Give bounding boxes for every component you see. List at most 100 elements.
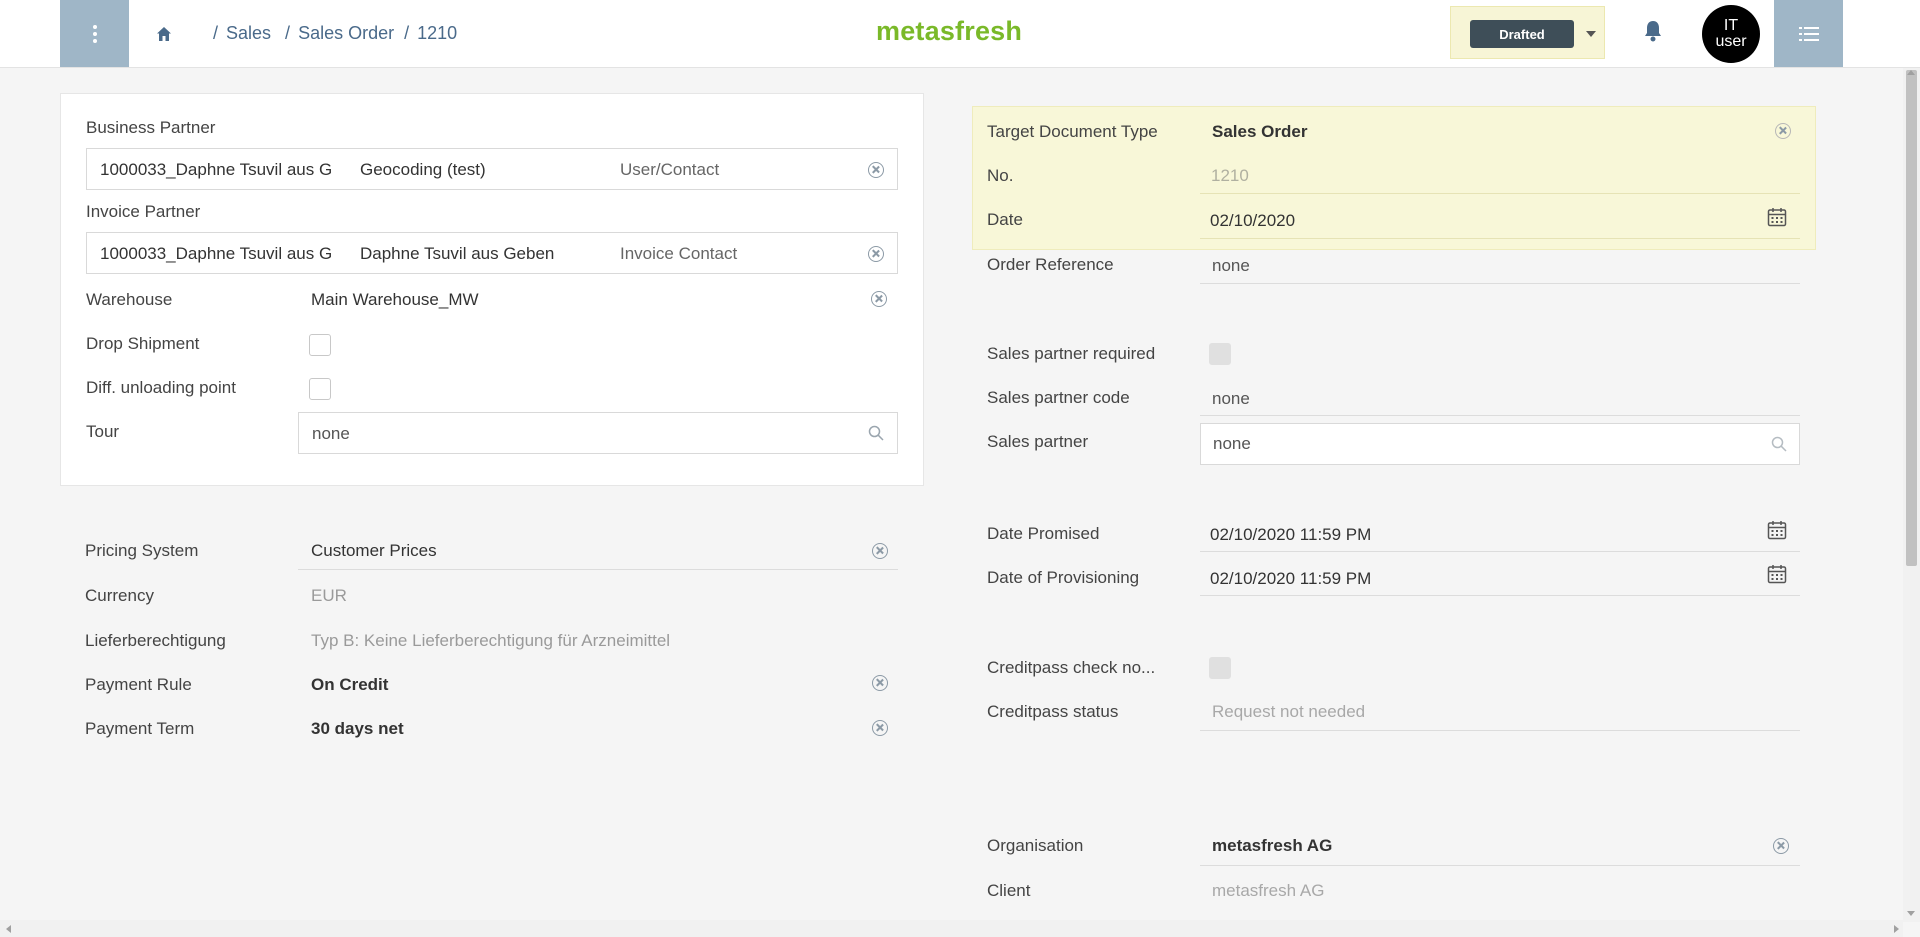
breadcrumb-separator: / [404, 23, 410, 43]
warehouse-label: Warehouse [86, 290, 173, 309]
breadcrumb-document-no: 1210 [417, 23, 458, 43]
doc-no-label: No. [987, 166, 1014, 185]
date-provisioning-label: Date of Provisioning [987, 568, 1140, 587]
search-icon[interactable] [868, 425, 884, 441]
payment-rule-label: Payment Rule [85, 675, 192, 694]
pricing-system-label: Pricing System [85, 541, 199, 560]
clear-icon[interactable] [872, 543, 888, 559]
client-value: metasfresh AG [1212, 881, 1325, 900]
tour-value[interactable]: none [312, 424, 350, 444]
sales-partner-label: Sales partner [987, 432, 1089, 451]
avatar-line-2: user [1715, 33, 1747, 50]
sales-partner-field[interactable] [1200, 423, 1800, 465]
business-partner-value[interactable]: 1000033_Daphne Tsuvil aus G [100, 160, 332, 180]
calendar-icon[interactable] [1767, 207, 1787, 227]
chevron-down-icon[interactable] [1586, 31, 1596, 37]
currency-label: Currency [85, 586, 154, 605]
organisation-value[interactable]: metasfresh AG [1212, 836, 1332, 856]
breadcrumb-sales[interactable]: Sales [226, 23, 271, 44]
invoice-partner-contact[interactable]: Invoice Contact [620, 244, 737, 264]
doc-no-value: 1210 [1211, 166, 1249, 185]
scroll-down-icon[interactable] [1907, 911, 1915, 916]
drop-shipment-label: Drop Shipment [86, 334, 200, 353]
organisation-underline [1200, 865, 1800, 866]
diff-unloading-checkbox[interactable] [309, 378, 331, 400]
doc-no-underline [1200, 193, 1800, 194]
clear-icon[interactable] [868, 246, 884, 262]
payment-term-value[interactable]: 30 days net [311, 719, 404, 739]
bell-icon[interactable] [1642, 18, 1664, 44]
breadcrumb-separator: / [213, 23, 219, 43]
target-doc-type-value[interactable]: Sales Order [1212, 122, 1307, 142]
order-reference-underline [1200, 283, 1800, 284]
clear-icon[interactable] [868, 162, 884, 178]
target-doc-type-label: Target Document Type [987, 122, 1158, 141]
clear-icon[interactable] [872, 675, 888, 691]
order-reference-value[interactable]: none [1212, 256, 1250, 276]
invoice-partner-value[interactable]: 1000033_Daphne Tsuvil aus G [100, 244, 332, 264]
pricing-system-value[interactable]: Customer Prices [311, 541, 437, 561]
scroll-up-icon[interactable] [1907, 70, 1915, 75]
currency-value: EUR [311, 586, 347, 605]
creditpass-check-label: Creditpass check no... [987, 658, 1156, 677]
list-icon [1798, 26, 1819, 41]
vertical-dots-icon [92, 24, 97, 43]
date-promised-value[interactable]: 02/10/2020 11:59 PM [1210, 525, 1371, 545]
sales-partner-code-underline [1200, 415, 1800, 416]
organisation-label: Organisation [987, 836, 1084, 855]
pricing-system-underline [298, 569, 898, 570]
date-promised-label: Date Promised [987, 524, 1100, 543]
tour-field[interactable] [298, 412, 898, 454]
scroll-right-icon[interactable] [1894, 925, 1899, 933]
calendar-icon[interactable] [1767, 564, 1787, 584]
status-badge[interactable]: Drafted [1470, 20, 1574, 48]
horizontal-scrollbar[interactable] [0, 920, 1903, 937]
breadcrumb-separator: / [285, 23, 291, 43]
creditpass-status-underline [1200, 730, 1800, 731]
diff-unloading-label: Diff. unloading point [86, 378, 236, 397]
search-icon[interactable] [1771, 436, 1787, 452]
order-reference-label: Order Reference [987, 255, 1114, 274]
date-promised-underline [1200, 551, 1800, 552]
calendar-icon[interactable] [1767, 520, 1787, 540]
client-label: Client [987, 881, 1031, 900]
scroll-left-icon[interactable] [6, 925, 11, 933]
date-label: Date [987, 210, 1023, 229]
sales-partner-required-checkbox[interactable] [1209, 343, 1231, 365]
business-partner-location[interactable]: Geocoding (test) [360, 160, 486, 180]
sales-partner-code-value[interactable]: none [1212, 389, 1250, 409]
business-partner-label: Business Partner [86, 118, 216, 137]
vertical-scrollbar-thumb[interactable] [1906, 70, 1917, 566]
breadcrumb-sales-order[interactable]: Sales Order [298, 23, 394, 44]
sales-partner-required-label: Sales partner required [987, 344, 1156, 363]
avatar-line-1: IT [1723, 17, 1739, 34]
clear-icon[interactable] [871, 291, 887, 307]
date-provisioning-underline [1200, 595, 1800, 596]
sales-partner-code-label: Sales partner code [987, 388, 1130, 407]
avatar[interactable]: IT user [1702, 5, 1760, 63]
lieferberechtigung-label: Lieferberechtigung [85, 631, 226, 650]
business-partner-contact[interactable]: User/Contact [620, 160, 719, 180]
document-status[interactable]: Drafted [1450, 6, 1605, 59]
date-value[interactable]: 02/10/2020 [1210, 211, 1295, 231]
top-header: / Sales / Sales Order / 1210 metasfresh … [0, 0, 1920, 68]
home-icon[interactable] [155, 25, 173, 43]
menu-button[interactable] [60, 0, 129, 67]
clear-icon[interactable] [872, 720, 888, 736]
date-underline [1200, 238, 1800, 239]
lieferberechtigung-value: Typ B: Keine Lieferberechtigung für Arzn… [311, 631, 671, 650]
date-provisioning-value[interactable]: 02/10/2020 11:59 PM [1210, 569, 1371, 589]
side-list-button[interactable] [1774, 0, 1843, 67]
tour-label: Tour [86, 422, 120, 441]
creditpass-check-checkbox[interactable] [1209, 657, 1231, 679]
clear-icon[interactable] [1773, 838, 1789, 854]
payment-rule-value[interactable]: On Credit [311, 675, 388, 695]
warehouse-value[interactable]: Main Warehouse_MW [311, 290, 479, 310]
drop-shipment-checkbox[interactable] [309, 334, 331, 356]
metasfresh-logo: metasfresh [876, 16, 1023, 46]
sales-partner-value[interactable]: none [1213, 434, 1251, 454]
invoice-partner-location[interactable]: Daphne Tsuvil aus Geben [360, 244, 554, 264]
creditpass-status-value: Request not needed [1212, 702, 1366, 721]
payment-term-label: Payment Term [85, 719, 195, 738]
clear-icon[interactable] [1775, 123, 1791, 139]
